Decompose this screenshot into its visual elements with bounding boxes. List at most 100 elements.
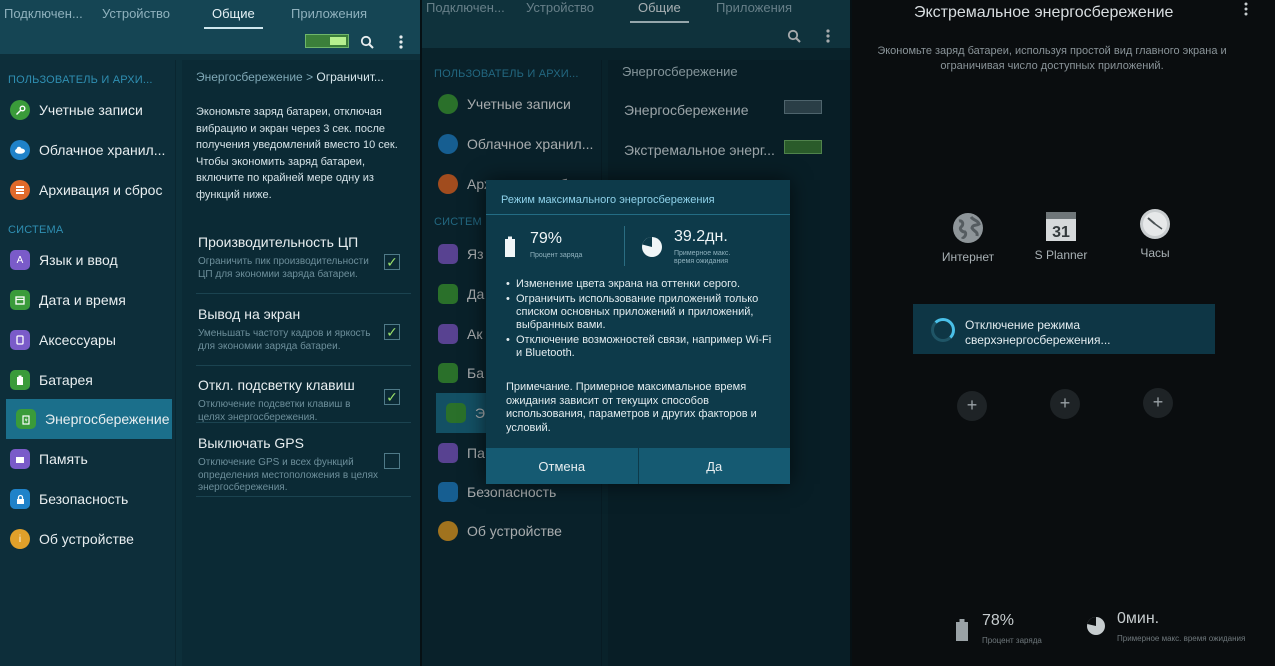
key-backlight-checkbox[interactable]: ✓ xyxy=(384,389,400,405)
app-clock[interactable]: Часы xyxy=(1115,208,1195,260)
tab-applications[interactable]: Приложения xyxy=(291,6,367,29)
tab-bar: Подключен... Устройство Общие Приложения xyxy=(422,0,852,24)
standby-time-label: Примерное макс. время ожидания xyxy=(674,250,731,265)
more-options-icon[interactable] xyxy=(391,32,411,52)
backup-icon xyxy=(438,174,458,194)
sidebar-item-security[interactable]: Безопасность xyxy=(0,479,172,519)
section-header-user: ПОЛЬЗОВАТЕЛЬ И АРХИ... xyxy=(434,68,579,80)
option-title: Откл. подсветку клавиш xyxy=(198,377,355,393)
cpu-performance-checkbox[interactable]: ✓ xyxy=(384,254,400,270)
settings-sidebar: ПОЛЬЗОВАТЕЛЬ И АРХИ... Учетные записи Об… xyxy=(0,60,176,666)
page-description: Экономьте заряд батареи, используя прост… xyxy=(877,45,1227,72)
battery-icon xyxy=(438,363,458,383)
power-saving-switch[interactable] xyxy=(784,100,822,114)
option-disable-gps[interactable]: Выключать GPS Отключение GPS и всех функ… xyxy=(198,435,408,495)
app-label: S Planner xyxy=(1034,248,1088,262)
sidebar-item-cloud[interactable]: Облачное хранил... xyxy=(0,130,172,170)
battery-icon xyxy=(504,236,516,263)
option-title: Вывод на экран xyxy=(198,306,301,322)
cancel-button[interactable]: Отмена xyxy=(486,448,638,484)
option-screen-output[interactable]: Вывод на экран Уменьшать частоту кадров … xyxy=(198,306,408,353)
key-icon xyxy=(10,100,30,120)
app-internet[interactable]: Интернет xyxy=(928,212,1008,264)
sidebar-item-power-saving[interactable]: Энергосбережение xyxy=(6,399,172,439)
add-app-button[interactable]: + xyxy=(957,391,987,421)
tab-general[interactable]: Общие xyxy=(630,0,689,23)
calendar-icon xyxy=(438,284,458,304)
sidebar-item-cloud[interactable]: Облачное хранил... xyxy=(428,124,600,164)
option-subtitle: Отключение подсветки клавиш в целях энер… xyxy=(198,399,351,423)
sidebar-item-backup[interactable]: Архивация и сброс xyxy=(0,170,172,210)
calendar-day: 31 xyxy=(1052,224,1070,241)
info-icon xyxy=(438,521,458,541)
clock-icon xyxy=(1139,208,1171,240)
extreme-power-saving-row-label[interactable]: Экстремальное энерг... xyxy=(624,142,775,158)
app-label: Часы xyxy=(1140,246,1170,260)
more-options-icon[interactable] xyxy=(1244,2,1248,21)
battery-icon xyxy=(955,618,969,647)
option-title: Производительность ЦП xyxy=(198,234,359,250)
sidebar-item-label: Па xyxy=(467,445,485,461)
sidebar-item-battery[interactable]: Батарея xyxy=(0,360,172,400)
disable-gps-checkbox[interactable] xyxy=(384,453,400,469)
tab-connections[interactable]: Подключен... xyxy=(4,6,83,29)
sidebar-item-label: Ак xyxy=(467,326,483,342)
calendar-icon xyxy=(10,290,30,310)
extreme-power-saving-switch[interactable] xyxy=(784,140,822,154)
standby-time-value: 0мин. xyxy=(1117,610,1160,627)
sidebar-item-language[interactable]: A Язык и ввод xyxy=(0,240,172,280)
search-icon[interactable] xyxy=(784,26,804,46)
sidebar-item-accounts[interactable]: Учетные записи xyxy=(428,84,600,124)
option-subtitle: Ограничить пик производительности ЦП для… xyxy=(198,256,369,280)
settings-panel-general: Подключен... Устройство Общие Приложения… xyxy=(0,0,420,666)
tab-applications[interactable]: Приложения xyxy=(716,0,792,23)
section-header-user: ПОЛЬЗОВАТЕЛЬ И АРХИ... xyxy=(8,74,153,86)
option-key-backlight[interactable]: Откл. подсветку клавиш Отключение подсве… xyxy=(198,377,408,424)
power-saving-detail: Энергосбережение > Ограничит... Экономьт… xyxy=(182,60,420,666)
bullet-item: Ограничить использование приложений толь… xyxy=(506,293,774,332)
sidebar-item-storage[interactable]: Память xyxy=(0,439,172,479)
add-app-button[interactable]: + xyxy=(1050,389,1080,419)
app-s-planner[interactable]: 31 S Planner xyxy=(1021,210,1101,262)
option-cpu-performance[interactable]: Производительность ЦП Ограничить пик про… xyxy=(198,234,408,281)
search-icon[interactable] xyxy=(357,32,377,52)
info-icon: i xyxy=(10,529,30,549)
tab-connections[interactable]: Подключен... xyxy=(426,0,505,23)
page-title: Экстремальное энергосбережение xyxy=(914,4,1174,21)
sidebar-item-label: Об устройстве xyxy=(39,531,134,547)
sidebar-item-label: Ба xyxy=(467,365,484,381)
divider xyxy=(196,496,411,497)
ok-button[interactable]: Да xyxy=(637,448,791,484)
option-subtitle: Уменьшать частоту кадров и яркость для э… xyxy=(198,328,371,352)
more-options-icon[interactable] xyxy=(818,26,838,46)
extreme-power-saving-home: Экстремальное энергосбережение Экономьте… xyxy=(852,0,1275,666)
power-saving-row-label[interactable]: Энергосбережение xyxy=(624,102,749,118)
language-icon xyxy=(438,244,458,264)
sidebar-item-date-time[interactable]: Дата и время xyxy=(0,280,172,320)
standby-time-icon xyxy=(1086,616,1106,641)
sidebar-item-about-device[interactable]: Об устройстве xyxy=(428,511,600,551)
sidebar-item-accounts[interactable]: Учетные записи xyxy=(0,90,172,130)
sidebar-item-accessories[interactable]: Аксессуары xyxy=(0,320,172,360)
toolbar xyxy=(0,30,420,54)
sidebar-item-label: Энергосбережение xyxy=(45,411,170,427)
tab-device[interactable]: Устройство xyxy=(526,0,594,23)
extreme-power-saving-dialog: Режим максимального энергосбережения 79%… xyxy=(486,180,790,484)
sidebar-item-label: Облачное хранил... xyxy=(467,136,594,152)
add-app-button[interactable]: + xyxy=(1143,388,1173,418)
power-saving-icon xyxy=(446,403,466,423)
screen-output-checkbox[interactable]: ✓ xyxy=(384,324,400,340)
dialog-title: Режим максимального энергосбережения xyxy=(501,194,715,206)
option-subtitle: Отключение GPS и всех функций определени… xyxy=(198,457,378,493)
sidebar-item-about-device[interactable]: i Об устройстве xyxy=(0,519,172,559)
tab-device[interactable]: Устройство xyxy=(102,6,170,29)
language-icon: A xyxy=(10,250,30,270)
breadcrumb-parent[interactable]: Энергосбережение xyxy=(196,70,303,84)
section-header-system: СИСТЕМА xyxy=(8,224,64,236)
sidebar-item-label: Архивация и сброс xyxy=(39,182,163,198)
toast-message: Отключение режима сверхэнергосбережения.… xyxy=(965,318,1111,347)
globe-icon xyxy=(952,212,984,244)
power-saving-master-switch[interactable] xyxy=(305,34,349,48)
key-icon xyxy=(438,94,458,114)
tab-general[interactable]: Общие xyxy=(204,6,263,29)
